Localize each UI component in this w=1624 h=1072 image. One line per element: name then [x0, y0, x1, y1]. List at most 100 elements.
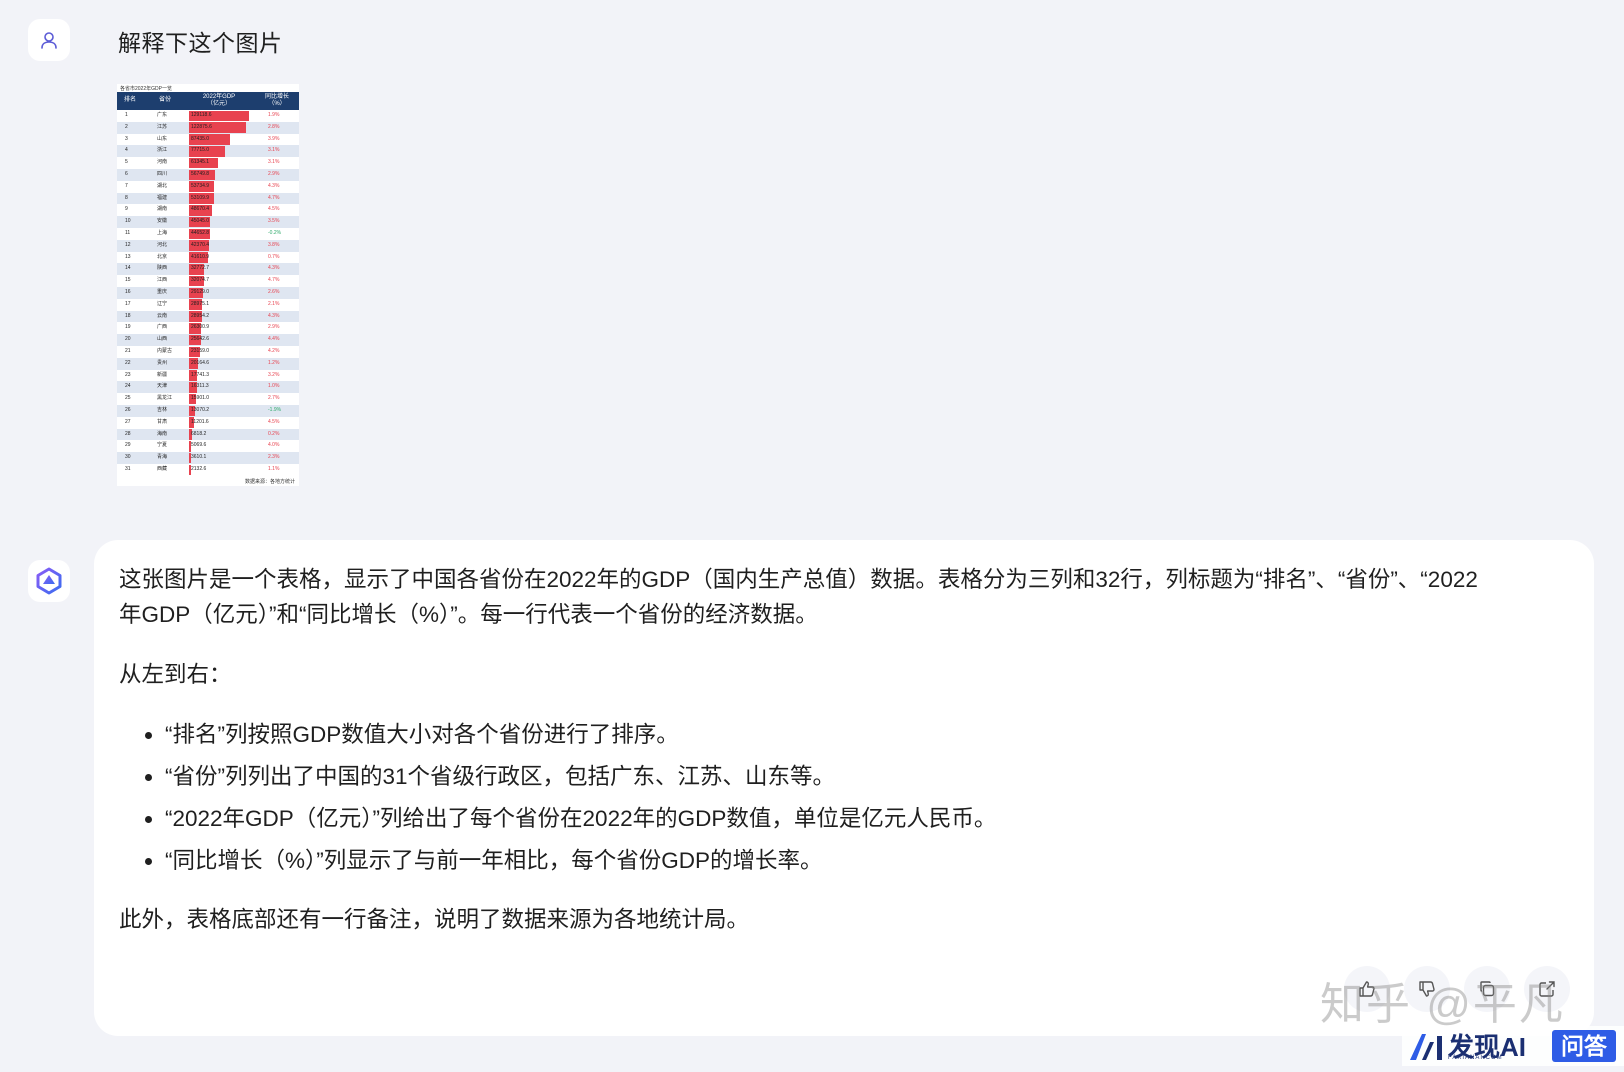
- image-table-row: 17 辽宁 28975.1 2.1%: [117, 299, 299, 311]
- row-growth: 2.9%: [268, 324, 280, 331]
- row-rank: 30: [125, 454, 131, 461]
- image-table-row: 7 湖北 53734.9 4.3%: [117, 181, 299, 193]
- row-growth: 4.4%: [268, 336, 280, 343]
- header-province: 省份: [158, 97, 171, 103]
- row-growth: 2.6%: [268, 289, 280, 295]
- attached-image[interactable]: 各省市2022年GDP一览 排名 省份 2022年GDP（亿元） 同比增长（%）…: [117, 84, 299, 486]
- row-province: 湖北: [157, 182, 168, 189]
- row-rank: 22: [125, 359, 131, 366]
- image-table-row: 3 山东 87435.0 3.9%: [117, 134, 299, 146]
- row-gdp: 16311.3: [191, 383, 209, 390]
- image-table-row: 21 内蒙古 23159.0 4.2%: [117, 346, 299, 358]
- row-gdp: 25642.6: [191, 336, 210, 343]
- row-province: 广西: [157, 324, 168, 331]
- image-table-row: 26 吉林 13070.2 -1.9%: [117, 405, 299, 417]
- row-gdp: 61345.1: [191, 159, 210, 166]
- row-province: 上海: [157, 230, 168, 236]
- row-rank: 6: [125, 171, 128, 177]
- row-rank: 27: [125, 418, 131, 425]
- row-province: 陕西: [157, 265, 168, 272]
- row-rank: 17: [125, 300, 131, 307]
- brand-logo-icon: [1410, 1034, 1442, 1060]
- row-province: 宁夏: [157, 442, 168, 449]
- row-rank: 26: [125, 407, 131, 413]
- row-gdp: 32074.7: [191, 277, 210, 284]
- assistant-answer-card: 这张图片是一个表格，显示了中国各省份在2022年的GDP（国内生产总值）数据。表…: [94, 540, 1594, 1036]
- row-province: 青海: [157, 454, 168, 461]
- row-province: 江西: [157, 277, 168, 284]
- answer-bullet: “排名”列按照GDP数值大小对各个省份进行了排序。: [165, 717, 1479, 752]
- row-province: 甘肃: [157, 418, 168, 425]
- image-table-row: 2 江苏 122875.6 2.8%: [117, 121, 299, 134]
- row-rank: 25: [125, 395, 131, 402]
- image-table-row: 14 陕西 32772.7 4.3%: [117, 263, 299, 276]
- row-rank: 3: [125, 135, 128, 142]
- image-table-row: 4 浙江 77715.0 3.1%: [117, 145, 299, 158]
- image-table-row: 20 山西 25642.6 4.4%: [117, 334, 299, 346]
- row-province: 新疆: [157, 371, 168, 378]
- row-growth: 2.7%: [268, 395, 280, 402]
- image-table-row: 29 宁夏 5069.6 4.0%: [117, 440, 299, 452]
- row-gdp: 53734.9: [191, 182, 210, 189]
- image-table-row: 5 河南 61345.1 3.1%: [117, 157, 299, 169]
- row-rank: 14: [125, 265, 131, 272]
- row-rank: 31: [125, 466, 131, 472]
- row-gdp: 3610.1: [191, 454, 207, 461]
- user-icon: [41, 32, 57, 49]
- brand-tag: 问答: [1552, 1030, 1616, 1062]
- answer-bullet: “2022年GDP（亿元）”列给出了每个省份在2022年的GDP数值，单位是亿元…: [165, 801, 1479, 836]
- row-province: 贵州: [157, 359, 168, 366]
- image-table-row: 6 四川 56749.8 2.9%: [117, 169, 299, 181]
- row-gdp: 28954.2: [191, 312, 210, 319]
- image-title: 各省市2022年GDP一览: [120, 86, 172, 92]
- answer-paragraph: 这张图片是一个表格，显示了中国各省份在2022年的GDP（国内生产总值）数据。表…: [119, 567, 1478, 627]
- row-gdp: 45045.0: [191, 218, 210, 225]
- row-growth: 3.1%: [268, 159, 280, 166]
- row-rank: 13: [125, 253, 131, 260]
- row-province: 内蒙古: [157, 348, 173, 354]
- row-growth: 4.5%: [268, 206, 280, 213]
- row-growth: 2.3%: [268, 454, 280, 461]
- row-growth: 3.1%: [268, 147, 280, 154]
- row-rank: 28: [125, 430, 131, 437]
- answer-text: 这张图片是一个表格，显示了中国各省份在2022年的GDP（国内生产总值）数据。表…: [119, 562, 1479, 962]
- row-province: 四川: [157, 171, 168, 177]
- row-province: 浙江: [157, 147, 168, 154]
- image-table-row: 13 北京 41610.9 0.7%: [117, 252, 299, 264]
- row-growth: 4.7%: [268, 194, 280, 201]
- row-province: 福建: [157, 194, 168, 201]
- row-gdp: 77715.0: [191, 147, 210, 154]
- row-province: 山西: [157, 336, 168, 343]
- row-gdp: 87435.0: [191, 135, 210, 142]
- row-growth: 3.2%: [268, 371, 280, 378]
- row-rank: 8: [125, 194, 128, 201]
- row-gdp: 5069.6: [191, 442, 207, 449]
- answer-bullet-list: “排名”列按照GDP数值大小对各个省份进行了排序。 “省份”列列出了中国的31个…: [119, 717, 1479, 878]
- row-gdp: 48670.4: [191, 206, 210, 213]
- row-growth: 0.2%: [268, 430, 280, 437]
- row-growth: 4.5%: [268, 418, 280, 425]
- image-table-row: 24 天津 16311.3 1.0%: [117, 381, 299, 394]
- row-province: 江苏: [157, 123, 168, 130]
- row-growth: 3.9%: [268, 135, 280, 142]
- image-table-row: 23 新疆 17741.3 3.2%: [117, 370, 299, 382]
- row-gdp: 122875.6: [191, 123, 212, 130]
- row-rank: 12: [125, 241, 131, 248]
- row-growth: 4.2%: [268, 348, 280, 354]
- row-gdp: 32772.7: [191, 265, 210, 272]
- row-growth: 3.5%: [268, 218, 280, 225]
- brand-badge: 发现AI FAXIANAI.COM 问答: [1402, 1026, 1624, 1066]
- row-rank: 18: [125, 312, 131, 319]
- image-table-row: 28 海南 6818.2 0.2%: [117, 428, 299, 441]
- row-growth: 2.1%: [268, 300, 280, 307]
- row-province: 吉林: [157, 407, 168, 413]
- image-table-row: 15 江西 32074.7 4.7%: [117, 275, 299, 287]
- row-gdp: 20164.6: [191, 359, 210, 366]
- row-growth: 4.3%: [268, 312, 280, 319]
- row-gdp: 2132.6: [191, 466, 207, 472]
- row-gdp: 53109.9: [191, 194, 210, 201]
- row-province: 海南: [157, 430, 168, 437]
- image-table-row: 18 云南 28954.2 4.3%: [117, 310, 299, 323]
- row-rank: 11: [125, 230, 131, 236]
- row-gdp: 15901.0: [191, 395, 210, 402]
